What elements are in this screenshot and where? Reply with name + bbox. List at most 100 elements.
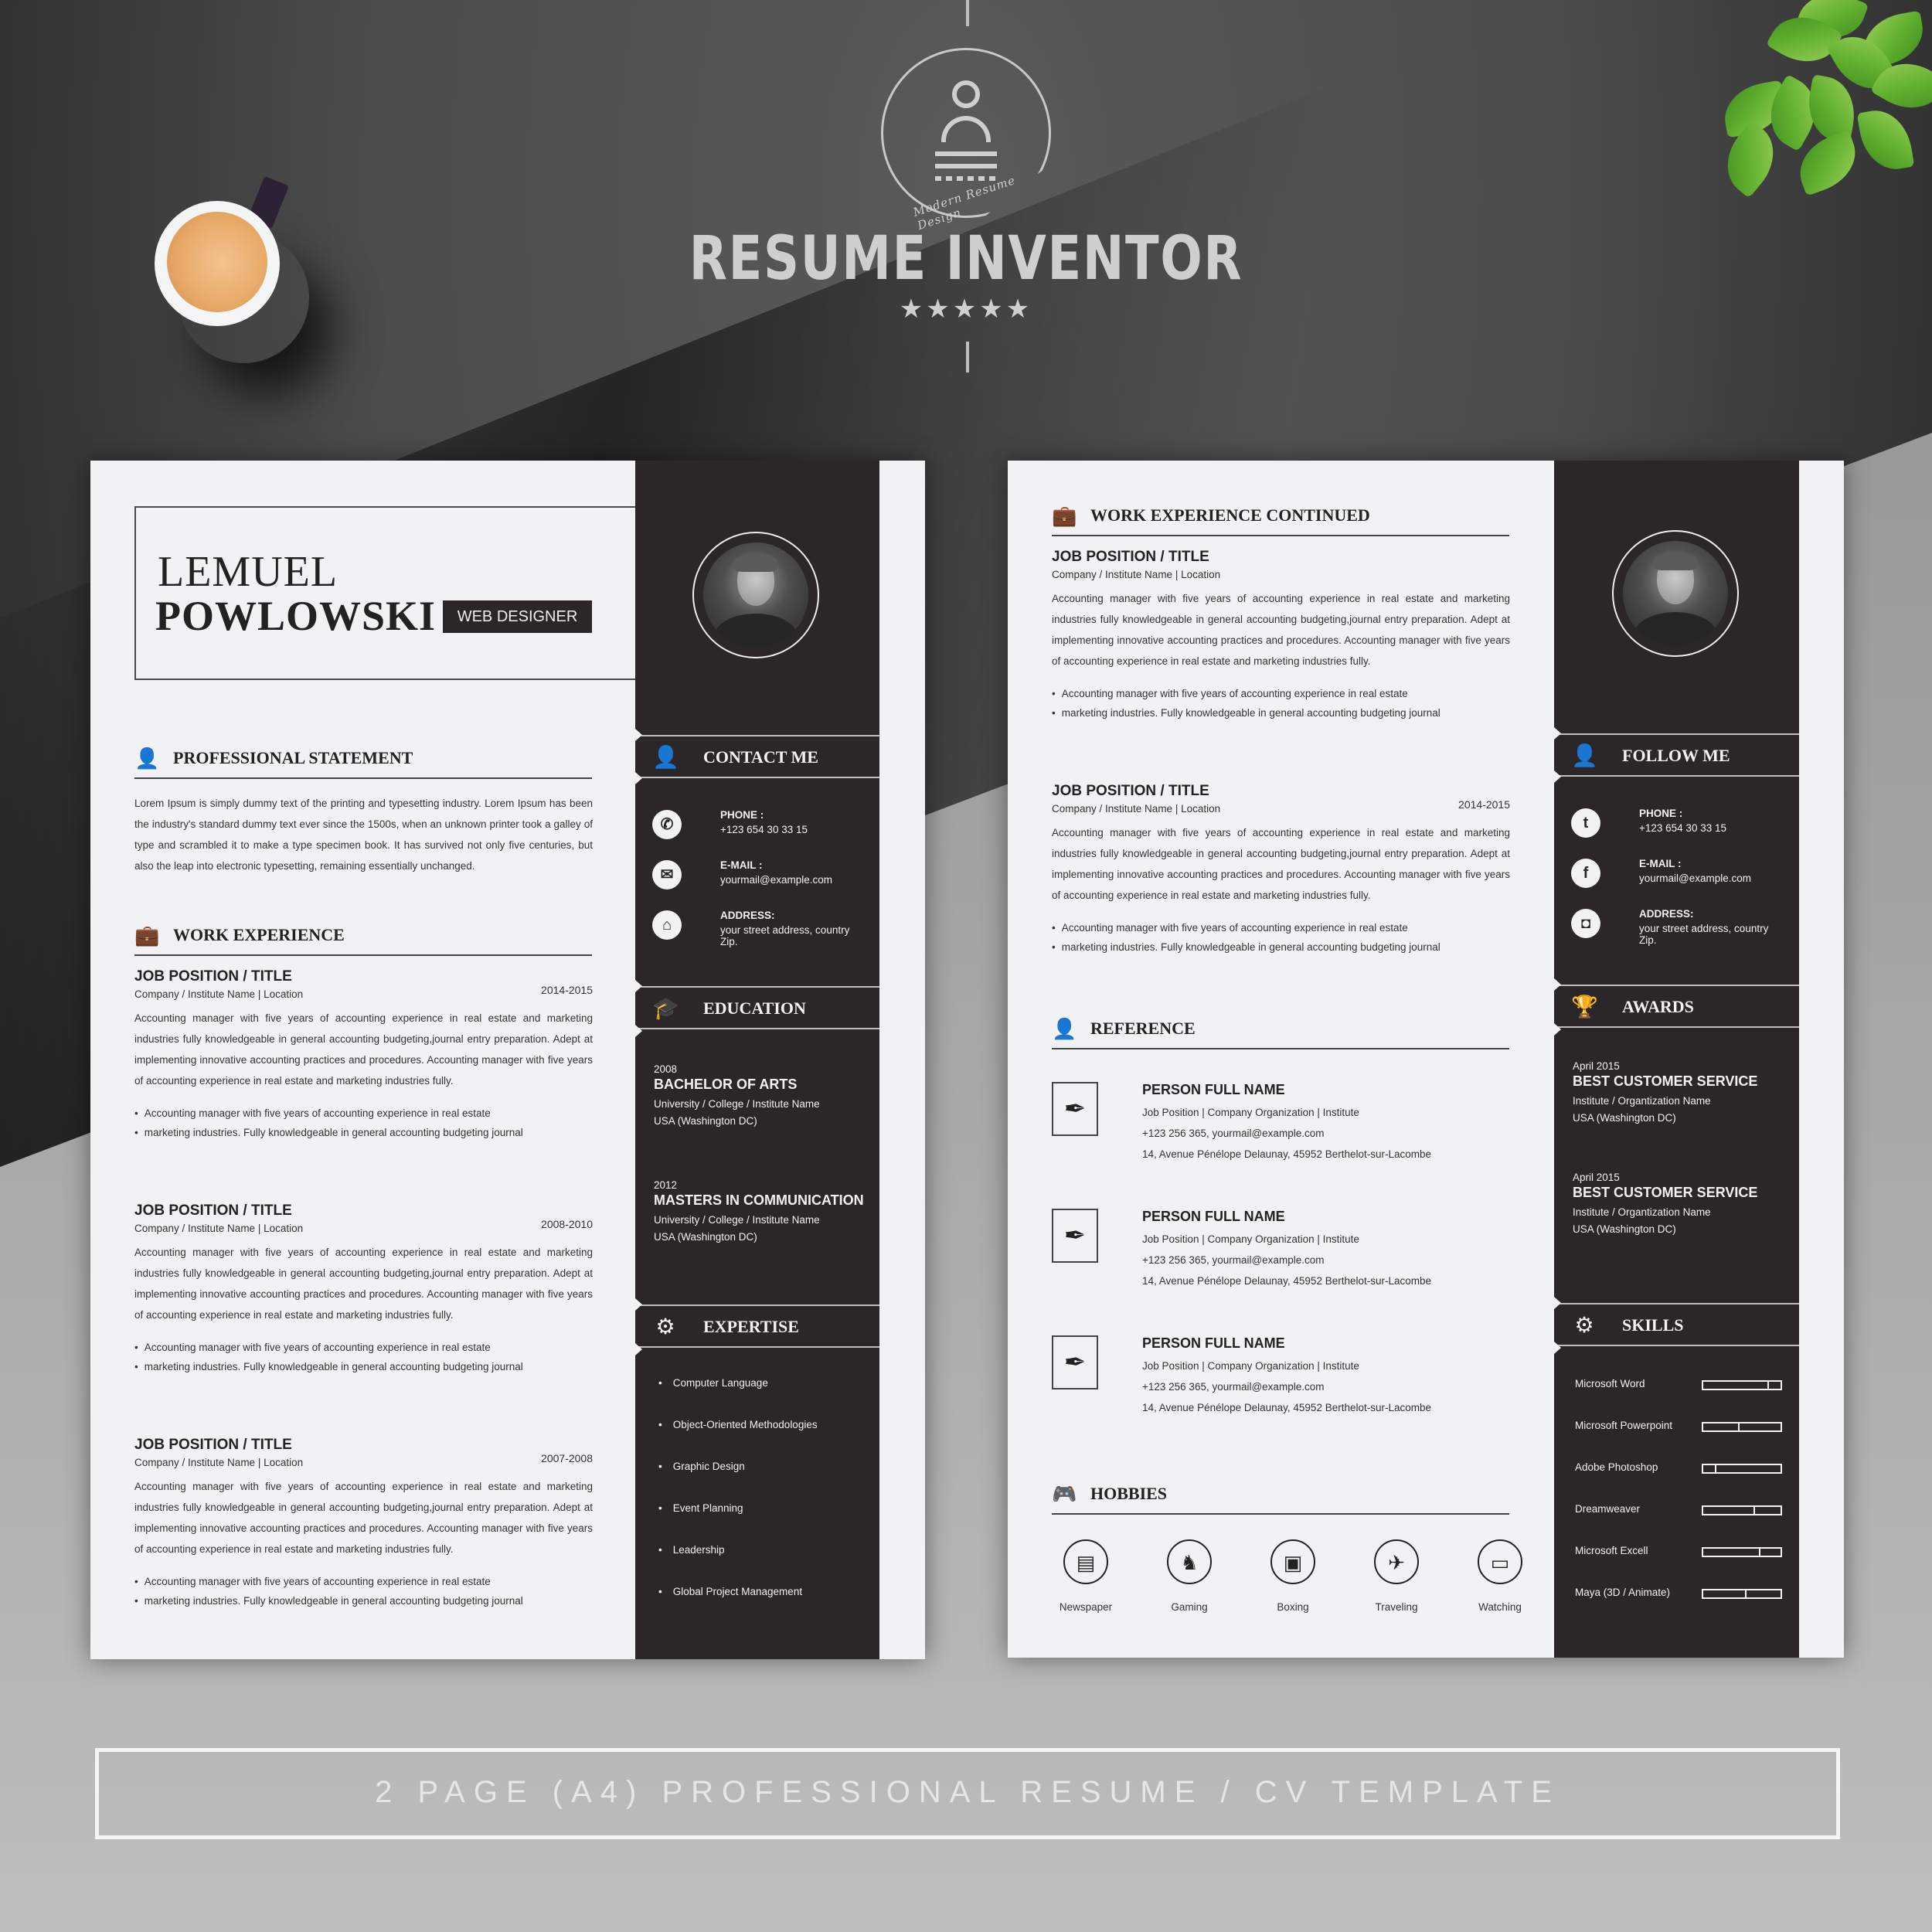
job-bullets: Accounting manager with five years of ac…	[1052, 684, 1510, 723]
home-icon: ⌂	[652, 910, 682, 940]
user-star-icon: 👤	[652, 745, 679, 769]
newspaper-icon: ▤	[1063, 1539, 1108, 1584]
education-school: University / College / Institute Name	[654, 1098, 820, 1110]
contact-value: +123 654 30 33 15	[1639, 822, 1726, 834]
section-title: HOBBIES	[1090, 1484, 1168, 1503]
tv-icon: ▭	[1478, 1539, 1522, 1584]
skill-name: Microsoft Excell	[1575, 1545, 1648, 1556]
job-role-badge: WEB DESIGNER	[443, 600, 592, 633]
education-year: 2012	[654, 1179, 678, 1191]
reference-position: Job Position | Company Organization | In…	[1142, 1360, 1359, 1372]
hobby-boxing: ▣ Boxing	[1250, 1539, 1335, 1613]
skill-level-marker	[1715, 1464, 1716, 1474]
expertise-item: Object-Oriented Methodologies	[658, 1419, 818, 1430]
gamepad-icon: 🎮	[1052, 1482, 1077, 1505]
social-twitter: t PHONE : +123 654 30 33 15	[1571, 805, 1787, 844]
contact-label: ADDRESS:	[1639, 908, 1694, 920]
job-description: Accounting manager with five years of ac…	[134, 1247, 593, 1321]
hobby-label: Traveling	[1375, 1601, 1418, 1613]
award-entry: April 2015 BEST CUSTOMER SERVICE Institu…	[1573, 1172, 1797, 1238]
skill-row: Adobe Photoshop	[1575, 1461, 1784, 1477]
contact-label: E-MAIL :	[720, 859, 763, 871]
reference-entry: ✒ PERSON FULL NAME Job Position | Compan…	[1052, 1082, 1508, 1175]
reference-entry: ✒ PERSON FULL NAME Job Position | Compan…	[1052, 1335, 1508, 1428]
resume-page-1: LEMUEL POWLOWSKI WEB DESIGNER 👤 PROFESSI…	[90, 461, 925, 1659]
job-bullets: Accounting manager with five years of ac…	[134, 1104, 593, 1142]
award-date: April 2015	[1573, 1172, 1620, 1183]
section-title: AWARDS	[1622, 997, 1694, 1016]
section-hobbies: 🎮 HOBBIES	[1052, 1479, 1509, 1515]
hobby-label: Boxing	[1277, 1601, 1309, 1613]
education-entry: 2012 MASTERS IN COMMUNICATION University…	[654, 1179, 878, 1246]
award-date: April 2015	[1573, 1060, 1620, 1072]
contact-label: E-MAIL :	[1639, 858, 1682, 869]
job-description: Accounting manager with five years of ac…	[134, 1012, 593, 1087]
skill-level-bar	[1702, 1380, 1782, 1390]
contact-value: your street address, country Zip.	[1639, 923, 1769, 946]
job-description: Accounting manager with five years of ac…	[1052, 827, 1510, 901]
job-title: JOB POSITION / TITLE	[1052, 783, 1209, 799]
logo-line	[935, 151, 997, 156]
reference-position: Job Position | Company Organization | In…	[1142, 1107, 1359, 1118]
divider-line-bottom	[966, 342, 969, 372]
reference-contact: +123 256 365, yourmail@example.com	[1142, 1381, 1325, 1393]
skill-level-bar	[1702, 1547, 1782, 1557]
hobby-label: Watching	[1478, 1601, 1522, 1613]
section-awards: 🏆 AWARDS	[1554, 985, 1799, 1028]
reference-position: Job Position | Company Organization | In…	[1142, 1233, 1359, 1245]
job-description: Accounting manager with five years of ac…	[134, 1481, 593, 1555]
reference-name: PERSON FULL NAME	[1142, 1082, 1285, 1097]
section-contact: 👤 CONTACT ME	[635, 735, 879, 778]
contact-label: PHONE :	[720, 809, 764, 821]
hobby-gaming: ♞ Gaming	[1147, 1539, 1232, 1613]
section-reference: 👤 REFERENCE	[1052, 1014, 1509, 1049]
award-org: Institute / Organtization Name	[1573, 1206, 1711, 1218]
job-bullet: marketing industries. Fully knowledgeabl…	[1052, 703, 1510, 723]
skill-level-marker	[1767, 1380, 1769, 1390]
reference-address: 14, Avenue Pénélope Delaunay, 45952 Bert…	[1142, 1275, 1432, 1287]
reference-name: PERSON FULL NAME	[1142, 1209, 1285, 1224]
skill-level-marker	[1753, 1505, 1755, 1515]
section-title: REFERENCE	[1090, 1019, 1196, 1038]
photo-image	[1623, 541, 1728, 646]
gear-user-icon: ⚙	[1574, 1313, 1594, 1337]
job-bullets: Accounting manager with five years of ac…	[134, 1338, 593, 1376]
reference-address: 14, Avenue Pénélope Delaunay, 45952 Bert…	[1142, 1148, 1432, 1160]
job-bullet: marketing industries. Fully knowledgeabl…	[134, 1357, 593, 1376]
job-title: JOB POSITION / TITLE	[1052, 549, 1209, 565]
skill-row: Microsoft Word	[1575, 1378, 1784, 1393]
reference-name: PERSON FULL NAME	[1142, 1335, 1285, 1351]
job-bullets: Accounting manager with five years of ac…	[1052, 918, 1510, 957]
last-name: POWLOWSKI	[155, 593, 437, 639]
chess-knight-icon: ♞	[1167, 1539, 1212, 1584]
skill-level-bar	[1702, 1505, 1782, 1515]
social-facebook: f E-MAIL : yourmail@example.com	[1571, 855, 1787, 894]
database-gear-icon: ⚙	[655, 1315, 675, 1338]
job-entry: JOB POSITION / TITLE Company / Institute…	[1052, 549, 1510, 723]
award-podium-icon: 🏆	[1571, 995, 1598, 1019]
section-expertise: ⚙ EXPERTISE	[635, 1304, 879, 1348]
feather-quill-icon: ✒	[1052, 1082, 1098, 1136]
job-entry: JOB POSITION / TITLE Company / Institute…	[134, 968, 593, 1142]
job-bullets: Accounting manager with five years of ac…	[134, 1572, 593, 1611]
section-title: CONTACT ME	[703, 747, 818, 767]
band-notch	[635, 772, 642, 784]
job-bullet: Accounting manager with five years of ac…	[1052, 918, 1510, 937]
job-entry: JOB POSITION / TITLE Company / Institute…	[134, 1437, 593, 1611]
contact-label: PHONE :	[1639, 808, 1683, 819]
section-follow-me: 👤 FOLLOW ME	[1554, 733, 1799, 777]
contact-value: +123 654 30 33 15	[720, 824, 808, 835]
expertise-item: Leadership	[658, 1544, 725, 1556]
job-bullet: marketing industries. Fully knowledgeabl…	[134, 1123, 593, 1142]
job-title: JOB POSITION / TITLE	[134, 1437, 292, 1453]
contact-phone: ✆ PHONE : +123 654 30 33 15	[652, 807, 869, 845]
section-title: EDUCATION	[703, 998, 806, 1018]
job-dates: 2014-2015	[1458, 798, 1510, 811]
award-place: USA (Washington DC)	[1573, 1223, 1676, 1235]
reference-contact: +123 256 365, yourmail@example.com	[1142, 1128, 1325, 1139]
social-instagram: ◘ ADDRESS: your street address, country …	[1571, 906, 1787, 946]
hobby-newspaper: ▤ Newspaper	[1043, 1539, 1128, 1613]
twitter-icon: t	[1571, 808, 1600, 838]
reference-address: 14, Avenue Pénélope Delaunay, 45952 Bert…	[1142, 1402, 1432, 1413]
section-title: EXPERTISE	[703, 1317, 799, 1336]
